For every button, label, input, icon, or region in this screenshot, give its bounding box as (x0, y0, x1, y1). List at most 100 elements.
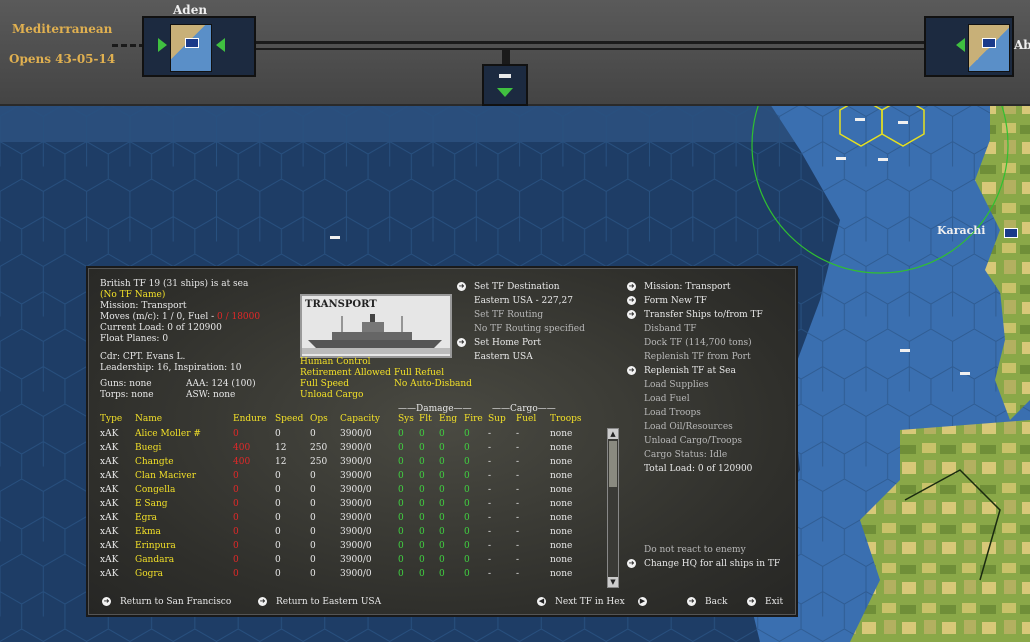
command-item[interactable]: Disband TF (644, 324, 697, 335)
arrow-icon[interactable] (627, 559, 636, 568)
ship-name[interactable]: Changte (135, 457, 174, 468)
chevron-down-icon[interactable] (497, 88, 513, 97)
arrow-icon[interactable] (627, 296, 636, 305)
arrow-icon[interactable] (258, 597, 267, 606)
tf-at-sea-box[interactable] (482, 64, 528, 106)
command-item[interactable]: Load Oil/Resources (644, 422, 733, 433)
command-item[interactable]: Mission: Transport (644, 282, 731, 293)
ship-list-scrollbar[interactable]: ▲ ▼ (607, 428, 619, 588)
option-unload-cargo[interactable]: Unload Cargo (300, 390, 363, 401)
arrow-icon[interactable] (102, 597, 111, 606)
table-cell: 0 (275, 513, 281, 523)
exit-button[interactable]: Exit (765, 597, 783, 608)
column-header[interactable]: Flt (419, 414, 432, 425)
table-cell: - (488, 457, 492, 467)
tf-name[interactable]: (No TF Name) (100, 290, 165, 301)
port-flag-icon[interactable] (1004, 228, 1018, 238)
scroll-up-icon[interactable]: ▲ (608, 429, 618, 439)
port-aden[interactable] (142, 16, 256, 77)
table-cell: - (516, 541, 520, 551)
tf-guns: Guns: none (100, 379, 152, 389)
column-header[interactable]: Speed (275, 414, 303, 425)
column-header[interactable]: Name (135, 414, 162, 425)
table-cell: 3900/0 (340, 499, 372, 509)
column-header[interactable]: Type (100, 414, 122, 425)
option-full-speed[interactable]: Full Speed (300, 379, 349, 390)
command-item[interactable]: Cargo Status: Idle (644, 450, 727, 461)
prev-tf-icon[interactable] (537, 597, 546, 606)
ship-name[interactable]: Congella (135, 485, 175, 496)
column-header[interactable]: Eng (439, 414, 457, 425)
ship-name[interactable]: Gogra (135, 569, 163, 580)
table-cell: 0 (419, 541, 425, 551)
port-map-thumbnail[interactable] (170, 24, 212, 72)
arrow-icon[interactable] (457, 338, 466, 347)
arrow-icon[interactable] (747, 597, 756, 606)
column-header[interactable]: Fuel (516, 414, 536, 425)
sea-zone-name[interactable]: Mediterranean (12, 22, 112, 36)
change-hq-button[interactable]: Change HQ for all ships in TF (644, 559, 780, 570)
column-header[interactable]: Endure (233, 414, 267, 425)
port-title-right: Ab (1014, 38, 1030, 52)
ship-name[interactable]: Alice Moller # (135, 429, 201, 440)
scroll-down-icon[interactable]: ▼ (608, 577, 618, 587)
set-home-port-button[interactable]: Set Home Port (474, 338, 541, 349)
arrow-icon[interactable] (457, 282, 466, 291)
command-item[interactable]: Unload Cargo/Troops (644, 436, 742, 447)
command-item[interactable]: Replenish TF at Sea (644, 366, 736, 377)
command-item[interactable]: Replenish TF from Port (644, 352, 751, 363)
command-item[interactable]: Load Supplies (644, 380, 709, 391)
return-eastern-usa-button[interactable]: Return to Eastern USA (276, 597, 381, 608)
column-header[interactable]: Ops (310, 414, 328, 425)
ship-name[interactable]: Buegi (135, 443, 161, 454)
command-item[interactable]: Transfer Ships to/from TF (644, 310, 763, 321)
arrow-icon[interactable] (687, 597, 696, 606)
option-full-refuel[interactable]: Full Refuel (394, 368, 444, 379)
arrow-icon[interactable] (627, 310, 636, 319)
scroll-thumb[interactable] (609, 441, 617, 487)
tf-commander[interactable]: Cdr: CPT. Evans L. (100, 352, 185, 363)
table-cell: 0 (398, 527, 404, 537)
next-tf-icon[interactable] (638, 597, 647, 606)
column-header[interactable]: Fire (464, 414, 483, 425)
table-cell: 0 (419, 429, 425, 439)
table-cell: none (550, 569, 573, 579)
table-cell: 0 (419, 569, 425, 579)
command-item[interactable]: Form New TF (644, 296, 707, 307)
return-sf-button[interactable]: Return to San Francisco (120, 597, 231, 608)
ship-name[interactable]: E Sang (135, 499, 168, 510)
back-arrow-icon[interactable] (216, 38, 225, 52)
option-human-control[interactable]: Human Control (300, 357, 371, 368)
next-tf-in-hex-button[interactable]: Next TF in Hex (555, 597, 625, 608)
command-item[interactable]: Load Fuel (644, 394, 690, 405)
ship-name[interactable]: Egra (135, 513, 157, 524)
play-arrow-icon[interactable] (158, 38, 167, 52)
port-map-thumbnail[interactable] (968, 24, 1010, 72)
arrow-icon[interactable] (627, 366, 636, 375)
table-cell: 0 (464, 513, 470, 523)
arrow-icon[interactable] (627, 282, 636, 291)
option-no-auto-disband[interactable]: No Auto-Disband (394, 379, 472, 390)
set-routing-button[interactable]: Set TF Routing (474, 310, 543, 321)
ship-name[interactable]: Gandara (135, 555, 174, 566)
port-right[interactable] (924, 16, 1014, 77)
ship-name[interactable]: Erinpura (135, 541, 176, 552)
no-react-toggle[interactable]: Do not react to enemy (644, 545, 746, 556)
table-cell: 0 (233, 485, 239, 495)
set-destination-button[interactable]: Set TF Destination (474, 282, 560, 293)
ship-name[interactable]: Ekma (135, 527, 161, 538)
table-cell: - (488, 555, 492, 565)
column-header[interactable]: Capacity (340, 414, 380, 425)
back-button[interactable]: Back (705, 597, 727, 608)
command-item[interactable]: Load Troops (644, 408, 701, 419)
back-arrow-icon[interactable] (956, 38, 965, 52)
option-retirement[interactable]: Retirement Allowed (300, 368, 391, 379)
city-label-karachi[interactable]: Karachi (937, 224, 986, 237)
column-header[interactable]: Sys (398, 414, 414, 425)
ship-name[interactable]: Clan Maciver (135, 471, 196, 482)
table-cell: 250 (310, 457, 328, 467)
tf-float-planes: Float Planes: 0 (100, 334, 169, 344)
command-item[interactable]: Dock TF (114,700 tons) (644, 338, 752, 349)
column-header[interactable]: Sup (488, 414, 506, 425)
column-header[interactable]: Troops (550, 414, 582, 425)
